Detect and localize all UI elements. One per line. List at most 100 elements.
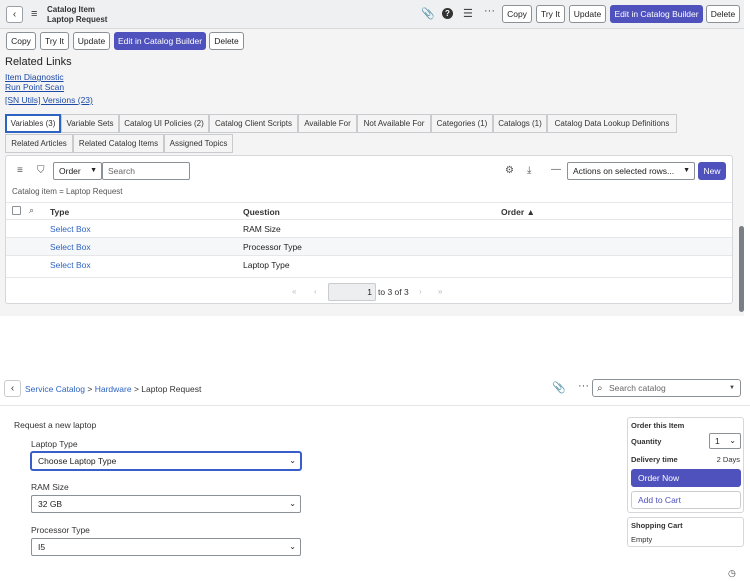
copy-button[interactable]: Copy: [6, 32, 36, 50]
tab-available-for[interactable]: Available For: [298, 114, 357, 133]
form-header: ‹ ≡ Catalog Item Laptop Request 📎 ? ☰ ··…: [0, 0, 744, 29]
actions-select[interactable]: Actions on selected rows... ▼: [567, 162, 695, 180]
tab-categories[interactable]: Categories (1): [431, 114, 493, 133]
clock-icon[interactable]: ◷: [728, 568, 736, 579]
ram-size-select[interactable]: 32 GB ⌄: [31, 495, 301, 513]
shopping-cart-card: Shopping Cart Empty: [627, 517, 744, 547]
tab-assigned-topics[interactable]: Assigned Topics: [164, 134, 233, 153]
search-input[interactable]: Search: [102, 162, 190, 180]
service-portal-item: ‹ Service Catalog > Hardware > Laptop Re…: [0, 376, 750, 581]
shopping-cart-status: Empty: [631, 535, 653, 544]
tab-catalog-data-lookup-definitions[interactable]: Catalog Data Lookup Definitions: [547, 114, 677, 133]
tab-catalogs[interactable]: Catalogs (1): [493, 114, 547, 133]
filter-condition: Catalog item = Laptop Request: [12, 187, 123, 196]
portal-back-button[interactable]: ‹: [4, 380, 21, 397]
field-select-value: Order: [59, 166, 81, 176]
record-type: Catalog Item: [47, 5, 96, 14]
list-menu-icon[interactable]: ≡: [17, 165, 23, 176]
filter-icon[interactable]: ⛉: [37, 165, 45, 176]
attachment-icon[interactable]: 📎: [421, 7, 435, 20]
next-page-icon[interactable]: ›: [419, 287, 422, 296]
row-question: RAM Size: [243, 224, 281, 234]
gear-icon[interactable]: ⚙: [505, 165, 514, 176]
last-page-icon[interactable]: »: [438, 287, 442, 296]
processor-type-value: I5: [38, 542, 46, 552]
tab-variable-sets[interactable]: Variable Sets: [61, 114, 119, 133]
record-name: Laptop Request: [47, 15, 108, 24]
row-question: Processor Type: [243, 242, 302, 252]
order-now-button[interactable]: Order Now: [631, 469, 741, 487]
more-options-icon[interactable]: ···: [578, 380, 589, 392]
chevron-down-icon: ⌄: [289, 542, 296, 551]
header-try-it-button[interactable]: Try It: [536, 5, 565, 23]
chevron-down-icon: ⌄: [289, 499, 296, 508]
actions-select-value: Actions on selected rows...: [573, 166, 675, 176]
update-button[interactable]: Update: [73, 32, 110, 50]
header-delete-button[interactable]: Delete: [706, 5, 740, 23]
item-diagnostic-link[interactable]: Item Diagnostic: [5, 72, 64, 82]
sort-ascending-icon: ▲: [526, 207, 535, 217]
header-update-button[interactable]: Update: [569, 5, 606, 23]
row-type-link[interactable]: Select Box: [50, 242, 91, 252]
divider: [6, 277, 732, 278]
page-input[interactable]: 1: [328, 283, 376, 301]
column-header-order[interactable]: Order ▲: [501, 207, 535, 217]
first-page-icon[interactable]: «: [292, 287, 296, 296]
collapse-icon[interactable]: —: [551, 164, 561, 175]
settings-sliders-icon[interactable]: ☰: [463, 7, 473, 20]
tab-related-catalog-items[interactable]: Related Catalog Items: [73, 134, 164, 153]
tab-variables[interactable]: Variables (3): [5, 114, 61, 133]
order-card-title: Order this Item: [631, 421, 685, 430]
search-catalog-input[interactable]: ⌕ Search catalog ▼: [592, 379, 741, 397]
related-links-title: Related Links: [5, 56, 72, 68]
tab-not-available-for[interactable]: Not Available For: [357, 114, 431, 133]
laptop-type-select[interactable]: Choose Laptop Type ⌄: [31, 452, 301, 470]
download-icon[interactable]: ⤓: [527, 165, 531, 176]
scrollbar[interactable]: [739, 226, 744, 312]
breadcrumb-hardware[interactable]: Hardware: [95, 384, 132, 394]
chevron-down-icon: ⌄: [289, 456, 296, 465]
attachment-icon[interactable]: 📎: [552, 381, 566, 394]
caret-down-icon: ▼: [90, 167, 97, 174]
ram-size-label: RAM Size: [31, 482, 69, 492]
divider: [6, 202, 732, 203]
edit-catalog-builder-button[interactable]: Edit in Catalog Builder: [114, 32, 206, 50]
table-row: Select Box Processor Type: [6, 237, 732, 255]
search-icon: ⌕: [597, 383, 603, 394]
tab-catalog-ui-policies[interactable]: Catalog UI Policies (2): [119, 114, 209, 133]
delete-button[interactable]: Delete: [209, 32, 244, 50]
column-header-type[interactable]: Type: [50, 207, 69, 217]
header-copy-button[interactable]: Copy: [502, 5, 532, 23]
column-header-question[interactable]: Question: [243, 207, 280, 217]
row-question: Laptop Type: [243, 260, 290, 270]
row-type-link[interactable]: Select Box: [50, 260, 91, 270]
header-edit-catalog-builder-button[interactable]: Edit in Catalog Builder: [610, 5, 703, 23]
breadcrumb-service-catalog[interactable]: Service Catalog: [25, 384, 85, 394]
order-card: Order this Item Quantity 1 ⌄ Delivery ti…: [627, 417, 744, 513]
column-search-icon[interactable]: ⌕: [29, 205, 34, 216]
breadcrumb-separator: >: [87, 384, 93, 394]
select-all-checkbox[interactable]: [12, 206, 21, 215]
row-type-link[interactable]: Select Box: [50, 224, 91, 234]
previous-page-icon[interactable]: ‹: [314, 287, 317, 296]
more-options-icon[interactable]: ···: [484, 5, 495, 17]
new-button[interactable]: New: [698, 162, 726, 180]
sn-utils-versions-link[interactable]: [SN Utils] Versions (23): [5, 95, 93, 105]
column-header-order-label: Order: [501, 207, 525, 217]
quantity-select[interactable]: 1 ⌄: [709, 433, 741, 449]
run-point-scan-link[interactable]: Run Point Scan: [5, 82, 64, 92]
back-button[interactable]: ‹: [6, 6, 23, 23]
add-to-cart-button[interactable]: Add to Cart: [631, 491, 741, 509]
variables-list: ≡ ⛉ Order ▼ Search ⚙ ⤓ — Actions on sele…: [5, 155, 733, 304]
divider: [0, 405, 750, 406]
menu-icon[interactable]: ≡: [31, 8, 37, 20]
caret-down-icon: ▼: [729, 385, 735, 391]
laptop-type-label: Laptop Type: [31, 439, 78, 449]
tab-related-articles[interactable]: Related Articles: [5, 134, 73, 153]
field-select[interactable]: Order ▼: [53, 162, 102, 180]
help-icon[interactable]: ?: [442, 8, 453, 19]
form-title: Request a new laptop: [14, 420, 97, 430]
try-it-button[interactable]: Try It: [40, 32, 69, 50]
tab-catalog-client-scripts[interactable]: Catalog Client Scripts: [209, 114, 298, 133]
processor-type-select[interactable]: I5 ⌄: [31, 538, 301, 556]
